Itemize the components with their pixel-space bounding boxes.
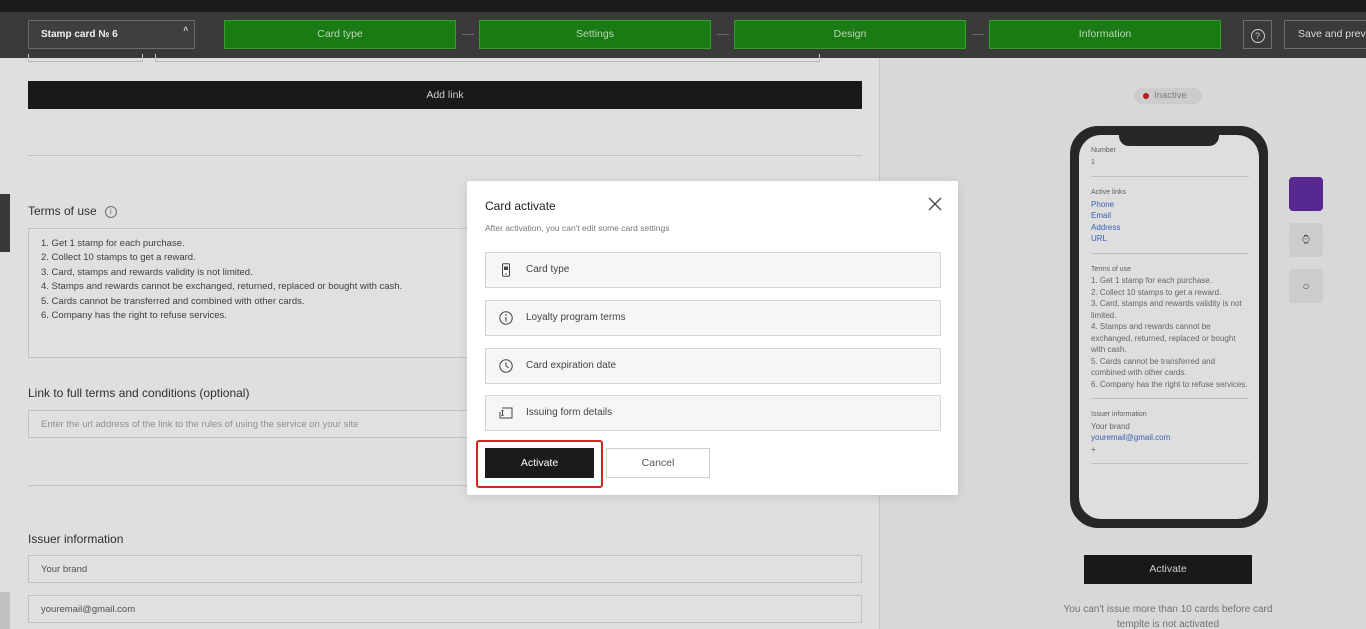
close-icon[interactable] <box>928 197 942 211</box>
top-strip <box>0 0 1366 12</box>
caret-icon: ˄ <box>183 25 188 34</box>
dialog-subtitle: After activation, you can't edit some ca… <box>485 223 670 233</box>
step-separator <box>972 34 984 35</box>
step-separator <box>462 34 474 35</box>
locked-setting-card-type: Card type <box>485 252 941 288</box>
cancel-button[interactable]: Cancel <box>606 448 710 478</box>
locked-setting-issuing-form: Issuing form details <box>485 395 941 431</box>
step-information[interactable]: Information <box>989 20 1221 49</box>
top-bar: Stamp card № 6 ˄ Card type Settings Desi… <box>0 12 1366 58</box>
save-and-preview-button[interactable]: Save and previ <box>1284 20 1366 49</box>
step-separator <box>717 34 729 35</box>
card-name-select[interactable]: Stamp card № 6 ˄ <box>28 20 195 49</box>
locked-setting-label: Loyalty program terms <box>526 312 626 323</box>
help-button[interactable]: ? <box>1243 20 1272 49</box>
locked-setting-label: Card type <box>526 264 570 275</box>
phone-card-icon <box>502 263 510 277</box>
dialog-title: Card activate <box>485 199 556 213</box>
step-card-type[interactable]: Card type <box>224 20 456 49</box>
step-settings[interactable]: Settings <box>479 20 711 49</box>
locked-setting-label: Card expiration date <box>526 360 617 371</box>
question-icon: ? <box>1250 29 1265 43</box>
step-design[interactable]: Design <box>734 20 966 49</box>
info-circle-icon <box>499 311 513 325</box>
locked-setting-expiration: Card expiration date <box>485 348 941 384</box>
clock-icon <box>499 359 513 373</box>
activate-button[interactable]: Activate <box>485 448 594 478</box>
card-activate-dialog: Card activate After activation, you can'… <box>467 181 958 495</box>
card-name-label: Stamp card № 6 <box>41 29 118 40</box>
form-icon <box>499 407 513 419</box>
locked-setting-loyalty-terms: Loyalty program terms <box>485 300 941 336</box>
locked-setting-label: Issuing form details <box>526 407 613 418</box>
